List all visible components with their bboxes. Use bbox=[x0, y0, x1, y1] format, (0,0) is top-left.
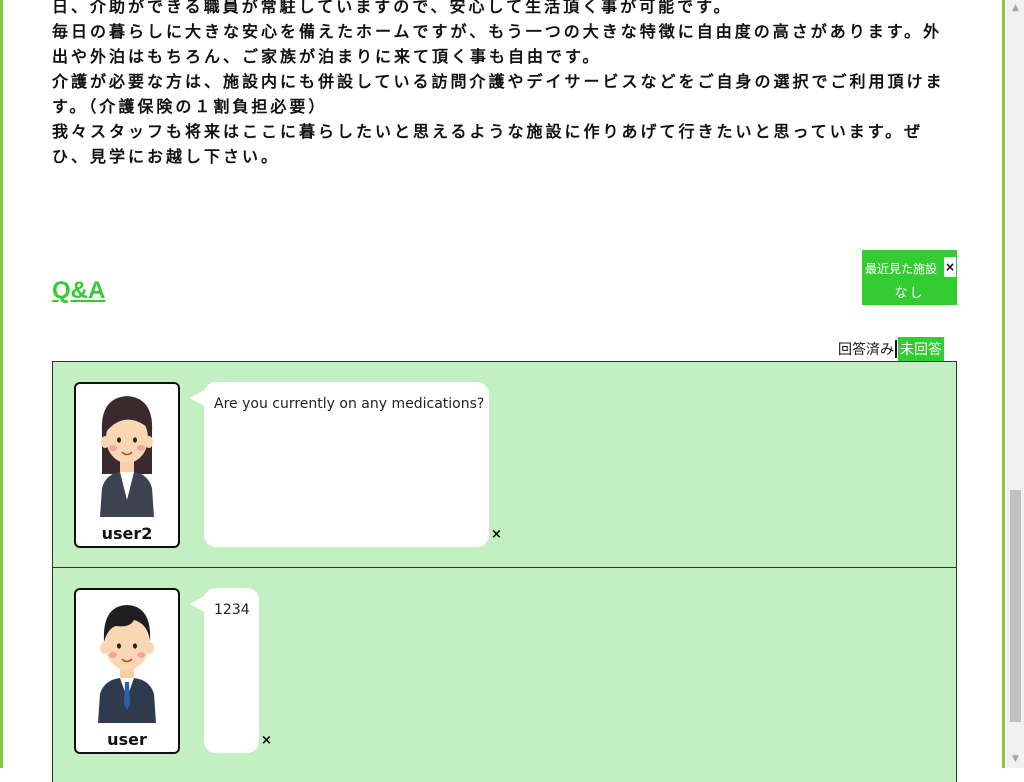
qa-list-item: user 1234 × bbox=[53, 567, 956, 773]
delete-icon[interactable]: × bbox=[491, 527, 502, 542]
user-name: user2 bbox=[101, 524, 153, 543]
user-card: user2 bbox=[74, 382, 180, 548]
facility-description: 日、介助ができる職員が常駐していますので、安心して生活頂く事が可能です。 毎日の… bbox=[52, 0, 952, 169]
question-bubble: Are you currently on any medications? bbox=[190, 382, 489, 547]
recently-viewed-empty-text: なし bbox=[894, 286, 925, 301]
scroll-down-arrow-icon[interactable]: ▼ bbox=[1007, 751, 1024, 768]
description-paragraph: 我々スタッフも将来はここに暮らしたいと思えるような施設に作りあげて行きたいと思っ… bbox=[52, 122, 924, 166]
answer-bubble: 1234 bbox=[190, 588, 259, 753]
page-frame-right bbox=[1002, 0, 1005, 768]
scrollbar-thumb[interactable] bbox=[1010, 490, 1021, 722]
qa-list: user2 Are you currently on any medicatio… bbox=[52, 361, 957, 782]
qa-list-item: user2 Are you currently on any medicatio… bbox=[53, 362, 956, 567]
man-avatar-icon bbox=[98, 605, 156, 723]
page-frame-left bbox=[0, 0, 3, 768]
answer-text: 1234 bbox=[214, 602, 250, 618]
answer-filter: 回答済み 未回答 bbox=[838, 337, 944, 361]
filter-divider bbox=[895, 340, 897, 358]
user-card: user bbox=[74, 588, 180, 754]
question-text: Are you currently on any medications? bbox=[214, 396, 485, 412]
close-icon[interactable]: × bbox=[944, 257, 956, 277]
filter-answered-button[interactable]: 回答済み bbox=[838, 339, 894, 359]
recently-viewed-panel: 最近見た施設 × なし bbox=[862, 250, 957, 305]
qa-heading-link[interactable]: Q&A bbox=[52, 277, 105, 305]
description-paragraph: 日、介助ができる職員が常駐していますので、安心して生活頂く事が可能です。 bbox=[52, 0, 733, 16]
scroll-up-arrow-icon[interactable]: ▲ bbox=[1007, 0, 1024, 17]
delete-icon[interactable]: × bbox=[261, 733, 272, 748]
filter-unanswered-button[interactable]: 未回答 bbox=[898, 337, 944, 361]
description-paragraph: 介護が必要な方は、施設内にも併設している訪問介護やデイサービスなどをご自身の選択… bbox=[52, 72, 945, 116]
vertical-scrollbar[interactable]: ▲ ▼ bbox=[1007, 0, 1024, 768]
recently-viewed-title: 最近見た施設 bbox=[865, 262, 938, 276]
woman-avatar-icon bbox=[100, 396, 154, 517]
description-paragraph: 毎日の暮らしに大きな安心を備えたホームですが、もう一つの大きな特徴に自由度の高さ… bbox=[52, 22, 943, 66]
user-name: user bbox=[107, 730, 147, 749]
